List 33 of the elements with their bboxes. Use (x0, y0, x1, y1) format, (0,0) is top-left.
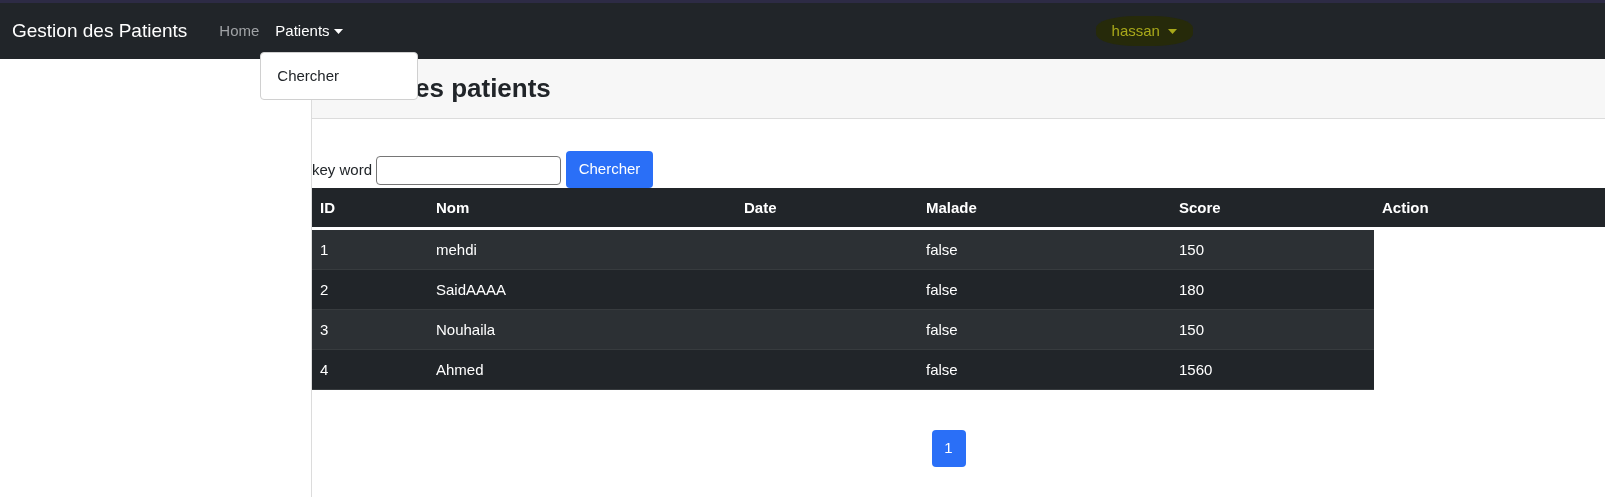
table-cell: Ahmed (436, 360, 484, 378)
dropdown-item[interactable]: Chercher (261, 60, 418, 92)
search-field[interactable] (376, 156, 562, 185)
table-cell: 1560 (1179, 360, 1213, 378)
table-cell: 150 (1179, 240, 1205, 258)
column-header: Score (1179, 198, 1221, 216)
column-header: ID (320, 198, 335, 216)
table-cell: SaidAAAA (436, 280, 507, 298)
nav-link[interactable]: Patients (267, 19, 351, 43)
page-button[interactable]: 1 (931, 430, 966, 467)
table-cell: 180 (1179, 280, 1205, 298)
user-menu[interactable]: hassan (1095, 15, 1193, 47)
table-cell: Nouhaila (436, 320, 496, 338)
table-cell: false (926, 280, 958, 298)
table-cell: 3 (320, 320, 329, 338)
caret-icon (1167, 28, 1177, 34)
table-cell: 1 (320, 240, 329, 258)
table-cell: mehdi (436, 240, 477, 258)
table-cell: false (926, 360, 958, 378)
column-header: Action (1382, 198, 1429, 216)
table-cell: 2 (320, 280, 329, 298)
brand[interactable]: Gestion des Patients (12, 16, 188, 46)
table-cell: false (926, 320, 958, 338)
caret-icon (333, 28, 343, 34)
column-header: Nom (436, 198, 470, 216)
column-header: Malade (926, 198, 977, 216)
nav-link[interactable]: Home (211, 19, 268, 43)
table-cell: 4 (320, 360, 329, 378)
field-label: key word (312, 159, 373, 180)
column-header: Date (744, 198, 777, 216)
table-cell: 150 (1179, 320, 1205, 338)
table-cell: false (926, 240, 958, 258)
search-button[interactable]: Chercher (566, 151, 654, 188)
